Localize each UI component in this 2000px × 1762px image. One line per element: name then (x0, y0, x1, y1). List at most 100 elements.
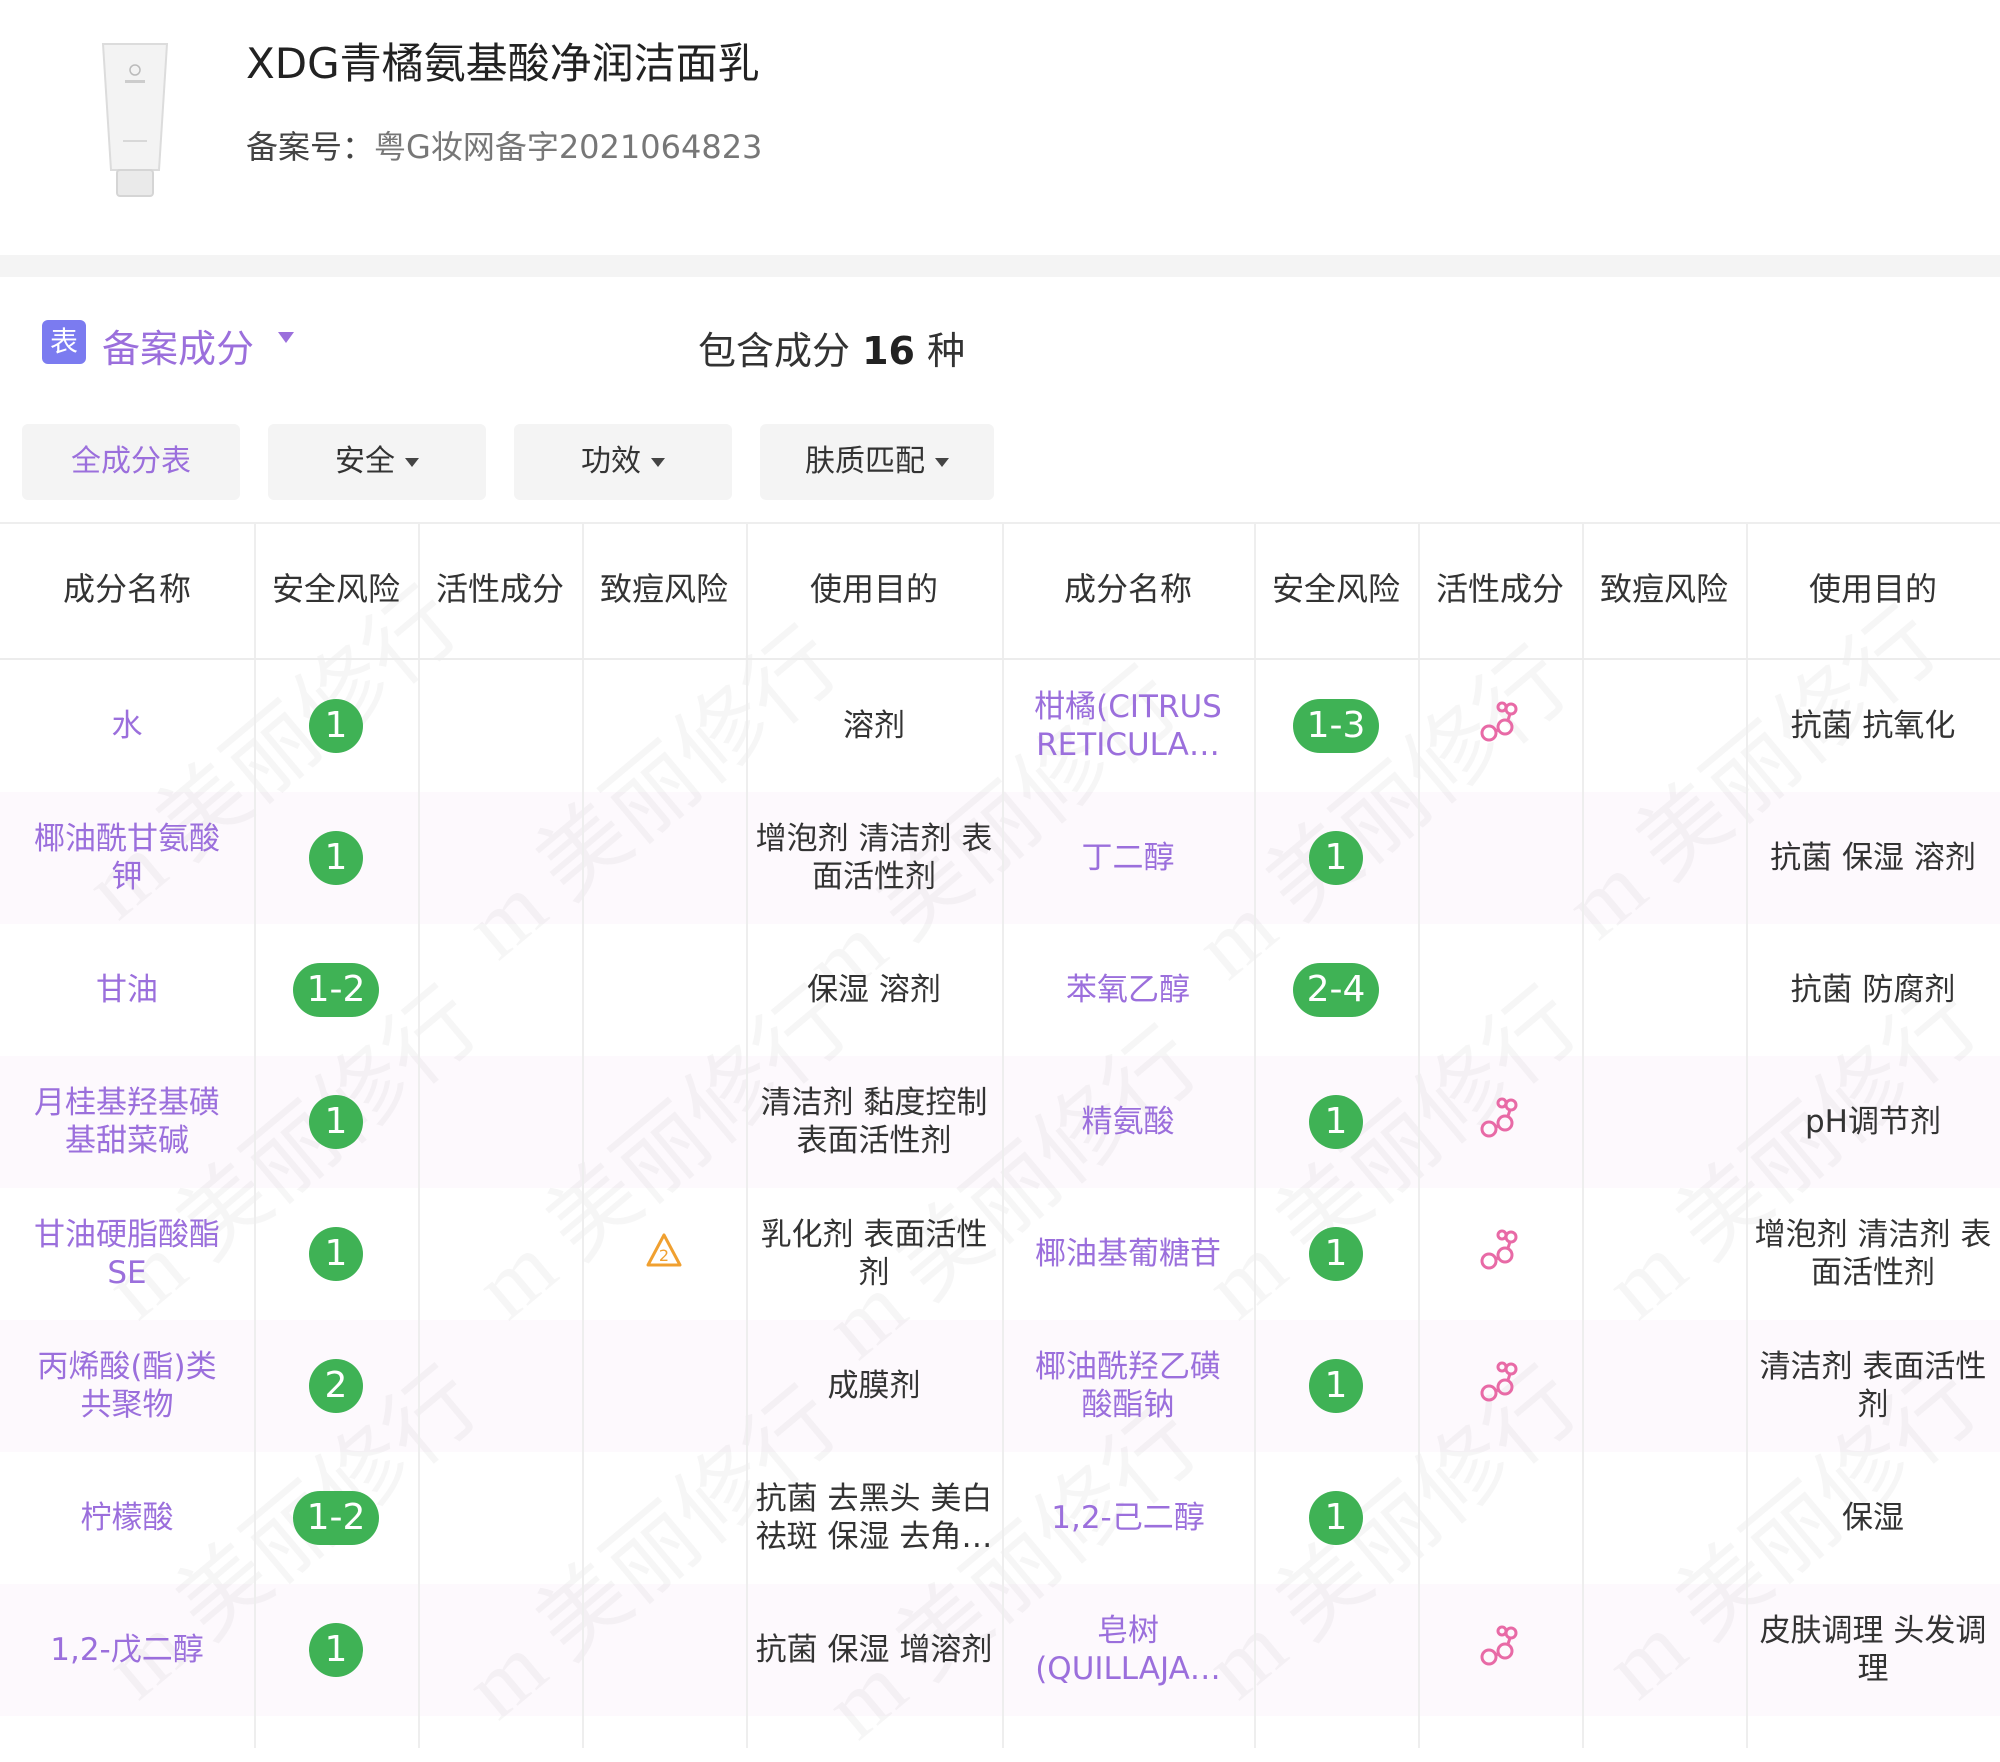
ingredient-name-text: 柠檬酸 (81, 1499, 174, 1537)
active-ingredient-cell (1418, 792, 1582, 924)
warning-triangle-icon[interactable]: 2 (645, 1232, 683, 1277)
ingredient-name-line: 皂树 (1097, 1613, 1159, 1649)
column-header-acne-risk: 致痘风险 (599, 570, 728, 608)
ingredient-name[interactable]: 水 (0, 660, 254, 792)
ingredient-name[interactable]: 苯氧乙醇 (1002, 924, 1254, 1056)
active-ingredient-cell (1418, 1320, 1582, 1452)
safety-risk-cell: 1-2 (254, 924, 418, 1056)
count-value: 16 (862, 329, 915, 373)
ingredient-name[interactable]: 椰油酰甘氨酸钾 (0, 792, 254, 924)
molecule-icon[interactable] (1478, 1360, 1522, 1413)
safety-risk-badge[interactable]: 1-2 (292, 963, 380, 1017)
acne-risk-cell (1582, 1452, 1746, 1584)
ingredient-name[interactable]: 柠檬酸 (0, 1452, 254, 1584)
safety-risk-badge[interactable]: 1 (1309, 831, 1363, 885)
ingredient-name-text: 水 (112, 707, 143, 745)
ingredient-name-text: 甘油 (96, 971, 158, 1009)
usage-purpose-line: 成膜剂 (827, 1368, 921, 1404)
usage-purpose-line: 表面活性剂 (796, 1123, 952, 1159)
usage-purpose-text: 抗菌 去黑头 美白 祛斑 保湿 去角… (756, 1480, 993, 1556)
column-header-name: 成分名称 (62, 570, 191, 608)
column-header-active: 活性成分 (435, 570, 564, 608)
ingredient-name[interactable]: 1,2-戊二醇 (0, 1584, 254, 1716)
ingredient-name[interactable]: 丁二醇 (1002, 792, 1254, 924)
ingredient-name[interactable]: 甘油硬脂酸酯 SE (0, 1188, 254, 1320)
ingredient-count: 包含成分 16 种 (698, 320, 965, 375)
usage-purpose: 溶剂 (746, 660, 1002, 792)
safety-risk-badge[interactable]: 1 (1309, 1491, 1363, 1545)
table-top-border (0, 522, 2000, 524)
filter-safety[interactable]: 安全 (268, 424, 486, 500)
safety-risk-badge[interactable]: 1-2 (292, 1491, 380, 1545)
safety-risk-cell: 1 (254, 1056, 418, 1188)
safety-risk-cell: 1 (254, 1188, 418, 1320)
acne-risk-cell (1582, 792, 1746, 924)
active-ingredient-cell (1418, 660, 1582, 792)
active-ingredient-cell (418, 1584, 582, 1716)
molecule-icon[interactable] (1478, 1624, 1522, 1677)
usage-purpose-line: 保湿 溶剂 (807, 972, 941, 1008)
molecule-icon[interactable] (1478, 700, 1522, 753)
safety-risk-badge[interactable]: 1 (309, 831, 363, 885)
ingredient-name[interactable]: 精氨酸 (1002, 1056, 1254, 1188)
usage-purpose: 抗菌 保湿 溶剂 (1746, 792, 2000, 924)
ingredient-name[interactable]: 丙烯酸(酯)类 共聚物 (0, 1320, 254, 1452)
usage-purpose: 乳化剂 表面活性剂 (746, 1188, 1002, 1320)
safety-risk-cell: 1 (1254, 1056, 1418, 1188)
ingredient-name-line: 椰油酰甘氨酸 (34, 821, 220, 857)
ingredient-name-line: SE (107, 1255, 147, 1291)
ingredient-name[interactable]: 甘油 (0, 924, 254, 1056)
ingredient-name-line: 基甜菜碱 (65, 1123, 189, 1159)
usage-purpose: pH调节剂 (1746, 1056, 2000, 1188)
ingredient-name-line: 椰油酰羟乙磺 (1035, 1349, 1221, 1385)
registration-number: 备案号：粤G妆网备字2021064823 (246, 122, 762, 168)
ingredient-name[interactable]: 皂树 (QUILLAJA… (1002, 1584, 1254, 1716)
acne-risk-cell (582, 792, 746, 924)
ingredient-name-line: 苯氧乙醇 (1066, 972, 1190, 1008)
ingredient-name-line: 月桂基羟基磺 (34, 1085, 220, 1121)
safety-risk-badge[interactable]: 1 (1309, 1359, 1363, 1413)
ingredient-name-line: 水 (111, 708, 143, 744)
active-ingredient-cell (1418, 1452, 1582, 1584)
ingredient-name[interactable]: 柑橘(CITRUS RETICULA… (1002, 660, 1254, 792)
safety-risk-badge[interactable]: 1 (309, 699, 363, 753)
active-ingredient-cell (1418, 924, 1582, 1056)
molecule-icon[interactable] (1478, 1228, 1522, 1281)
filter-all-ingredients[interactable]: 全成分表 (22, 424, 240, 500)
column-header-purpose: 使用目的 (1808, 570, 1937, 608)
safety-risk-badge[interactable]: 1 (309, 1095, 363, 1149)
safety-risk-badge[interactable]: 1 (309, 1227, 363, 1281)
ingredient-name[interactable]: 月桂基羟基磺 基甜菜碱 (0, 1056, 254, 1188)
molecule-icon[interactable] (1478, 1096, 1522, 1149)
ingredient-name-line: 柠檬酸 (80, 1500, 174, 1536)
usage-purpose-line: 剂 (858, 1255, 890, 1291)
safety-risk-badge[interactable]: 1 (309, 1623, 363, 1677)
chevron-down-icon[interactable] (278, 332, 294, 343)
column-header-active: 活性成分 (1435, 570, 1564, 608)
usage-purpose-line: pH调节剂 (1805, 1104, 1941, 1140)
ingredient-name-text: 椰油基葡糖苷 (1035, 1235, 1221, 1273)
usage-purpose-text: 抗菌 保湿 溶剂 (1770, 839, 1976, 877)
ingredient-name[interactable]: 椰油基葡糖苷 (1002, 1188, 1254, 1320)
safety-risk-badge[interactable]: 1-3 (1292, 699, 1380, 753)
safety-risk-badge[interactable]: 1 (1309, 1227, 1363, 1281)
active-ingredient-cell (418, 1320, 582, 1452)
section-title-dropdown[interactable]: 备案成分 (102, 318, 254, 373)
ingredient-name-text: 椰油酰甘氨酸钾 (34, 820, 220, 896)
active-ingredient-cell (1418, 1584, 1582, 1716)
filter-skin-type[interactable]: 肤质匹配 (760, 424, 994, 500)
ingredient-name-text: 椰油酰羟乙磺 酸酯钠 (1035, 1348, 1221, 1424)
safety-risk-cell: 1 (1254, 1320, 1418, 1452)
acne-risk-cell (1582, 1056, 1746, 1188)
ingredient-name-text: 甘油硬脂酸酯 SE (34, 1216, 220, 1292)
registration-label: 备案号： (246, 128, 375, 166)
safety-risk-badge[interactable]: 1 (1309, 1095, 1363, 1149)
ingredient-name-line: 酸酯钠 (1081, 1387, 1175, 1423)
usage-purpose: 清洁剂 黏度控制 表面活性剂 (746, 1056, 1002, 1188)
safety-risk-badge[interactable]: 2 (309, 1359, 363, 1413)
ingredient-name[interactable]: 椰油酰羟乙磺 酸酯钠 (1002, 1320, 1254, 1452)
active-ingredient-cell (418, 792, 582, 924)
safety-risk-badge[interactable]: 2-4 (1292, 963, 1380, 1017)
ingredient-name[interactable]: 1,2-己二醇 (1002, 1452, 1254, 1584)
filter-efficacy[interactable]: 功效 (514, 424, 732, 500)
